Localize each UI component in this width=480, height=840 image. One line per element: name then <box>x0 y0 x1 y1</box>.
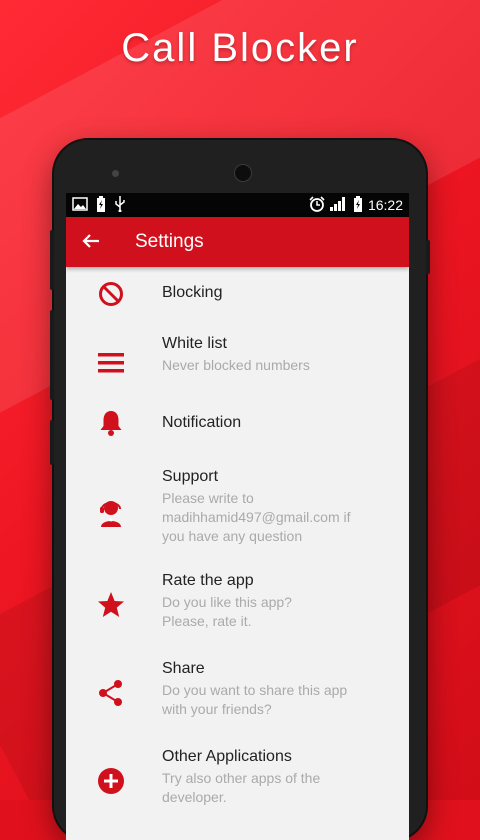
settings-item-other-applications[interactable]: Other Applications Try also other apps o… <box>66 744 409 832</box>
settings-item-title: Support <box>162 468 219 485</box>
settings-item-subtitle: Please write to madihhamid497@gmail.com … <box>162 490 351 544</box>
settings-item-title: Rate the app <box>162 572 254 589</box>
page-title: Settings <box>135 231 204 252</box>
front-camera <box>112 170 119 177</box>
status-bar: 16:22 <box>66 193 409 217</box>
plus-circle-icon <box>96 766 126 796</box>
settings-item-title: Other Applications <box>162 748 292 765</box>
block-icon <box>96 279 126 309</box>
settings-list: Blocking White list Never blocked number… <box>66 267 409 832</box>
settings-item-support[interactable]: Support Please write to madihhamid497@gm… <box>66 462 409 568</box>
settings-item-notification[interactable]: Notification <box>66 402 409 462</box>
status-time: 16:22 <box>367 197 403 213</box>
share-icon <box>96 678 126 708</box>
headset-icon <box>96 498 126 528</box>
back-arrow-icon[interactable] <box>66 229 116 255</box>
app-bar: Settings <box>66 217 409 267</box>
battery-charging-icon <box>96 195 106 215</box>
star-icon <box>96 590 126 620</box>
settings-item-rate-the-app[interactable]: Rate the app Do you like this app? Pleas… <box>66 568 409 656</box>
battery-icon <box>353 195 363 215</box>
settings-item-title: Notification <box>162 414 242 431</box>
phone-frame: 16:22 Settings Blocking White list Never… <box>50 140 430 840</box>
settings-item-title: Blocking <box>162 284 223 301</box>
signal-icon <box>329 196 348 214</box>
phone-screen: 16:22 Settings Blocking White list Never… <box>66 193 409 840</box>
settings-item-share[interactable]: Share Do you want to share this app with… <box>66 656 409 744</box>
alarm-icon <box>309 195 325 215</box>
settings-item-subtitle: Never blocked numbers <box>162 357 310 373</box>
settings-item-subtitle: Do you like this app? Please, rate it. <box>162 594 292 629</box>
image-icon <box>72 196 88 214</box>
settings-item-subtitle: Do you want to share this app with your … <box>162 682 348 717</box>
settings-item-subtitle: Try also other apps of the developer. <box>162 770 321 805</box>
settings-item-white-list[interactable]: White list Never blocked numbers <box>66 330 409 402</box>
bell-icon <box>96 408 126 438</box>
promo-title: Call Blocker <box>121 26 359 70</box>
usb-icon <box>114 195 126 215</box>
earpiece <box>234 164 252 182</box>
list-icon <box>96 348 126 378</box>
settings-item-blocking[interactable]: Blocking <box>66 267 409 330</box>
settings-item-title: White list <box>162 335 227 352</box>
settings-item-title: Share <box>162 660 205 677</box>
